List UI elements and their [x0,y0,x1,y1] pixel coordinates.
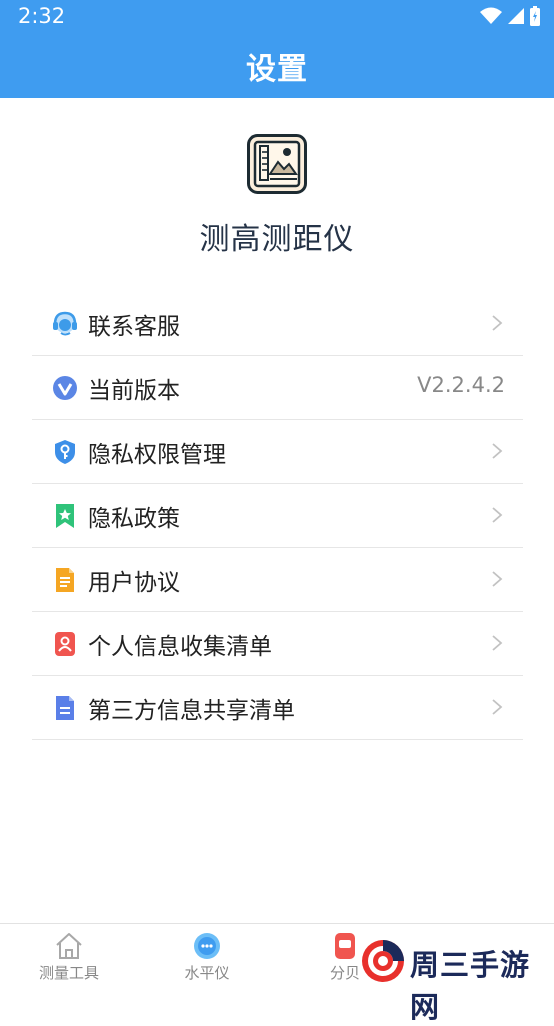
menu-label: 当前版本 [88,378,180,404]
settings-list: 联系客服 当前版本 V2.2.4.2 隐私权限管理 隐私政策 用户协议 个人信息… [32,292,523,740]
watermark-text: 周三手游网 [410,948,531,1024]
menu-label: 用户协议 [88,570,180,596]
current-version-item: 当前版本 V2.2.4.2 [32,356,523,420]
chevron-right-icon [492,315,503,331]
chevron-right-icon [492,571,503,587]
watermark-logo-icon [362,940,404,982]
shield-key-icon [55,440,75,464]
bookmark-star-icon [56,504,74,528]
document-icon [56,568,74,592]
menu-label: 第三方信息共享清单 [88,698,295,724]
privacy-permission-item[interactable]: 隐私权限管理 [32,420,523,484]
file-share-icon [56,696,74,720]
battery-icon [530,6,540,26]
menu-label: 联系客服 [88,314,180,340]
user-agreement-item[interactable]: 用户协议 [32,548,523,612]
menu-label: 隐私权限管理 [88,442,226,468]
person-card-icon [55,632,75,656]
tab-measure-tools[interactable]: 测量工具 [24,924,114,985]
wifi-icon [480,7,502,24]
contact-service-item[interactable]: 联系客服 [32,292,523,356]
level-icon [194,933,220,959]
signal-icon [508,8,524,24]
status-bar: 2:32 [0,0,554,34]
chevron-right-icon [492,443,503,459]
version-value: V2.2.4.2 [417,373,505,397]
app-logo-icon [247,134,307,194]
home-icon [56,933,82,959]
decibel-icon [335,933,355,959]
tab-level[interactable]: 水平仪 [162,924,252,985]
watermark: 周三手游网 [360,938,554,1024]
chevron-right-icon [492,507,503,523]
chevron-right-icon [492,699,503,715]
third-party-sharing-item[interactable]: 第三方信息共享清单 [32,676,523,740]
app-header: 设置 [0,34,554,98]
privacy-policy-item[interactable]: 隐私政策 [32,484,523,548]
status-icons [480,6,540,26]
tab-label: 测量工具 [38,964,99,982]
personal-info-list-item[interactable]: 个人信息收集清单 [32,612,523,676]
app-name: 测高测距仪 [199,222,355,257]
status-time: 2:32 [18,4,66,28]
version-icon [53,376,77,400]
page-title: 设置 [246,52,308,87]
menu-label: 个人信息收集清单 [88,634,272,660]
menu-label: 隐私政策 [88,506,180,532]
chevron-right-icon [492,635,503,651]
customer-service-icon [53,311,77,336]
tab-label: 水平仪 [184,964,230,982]
